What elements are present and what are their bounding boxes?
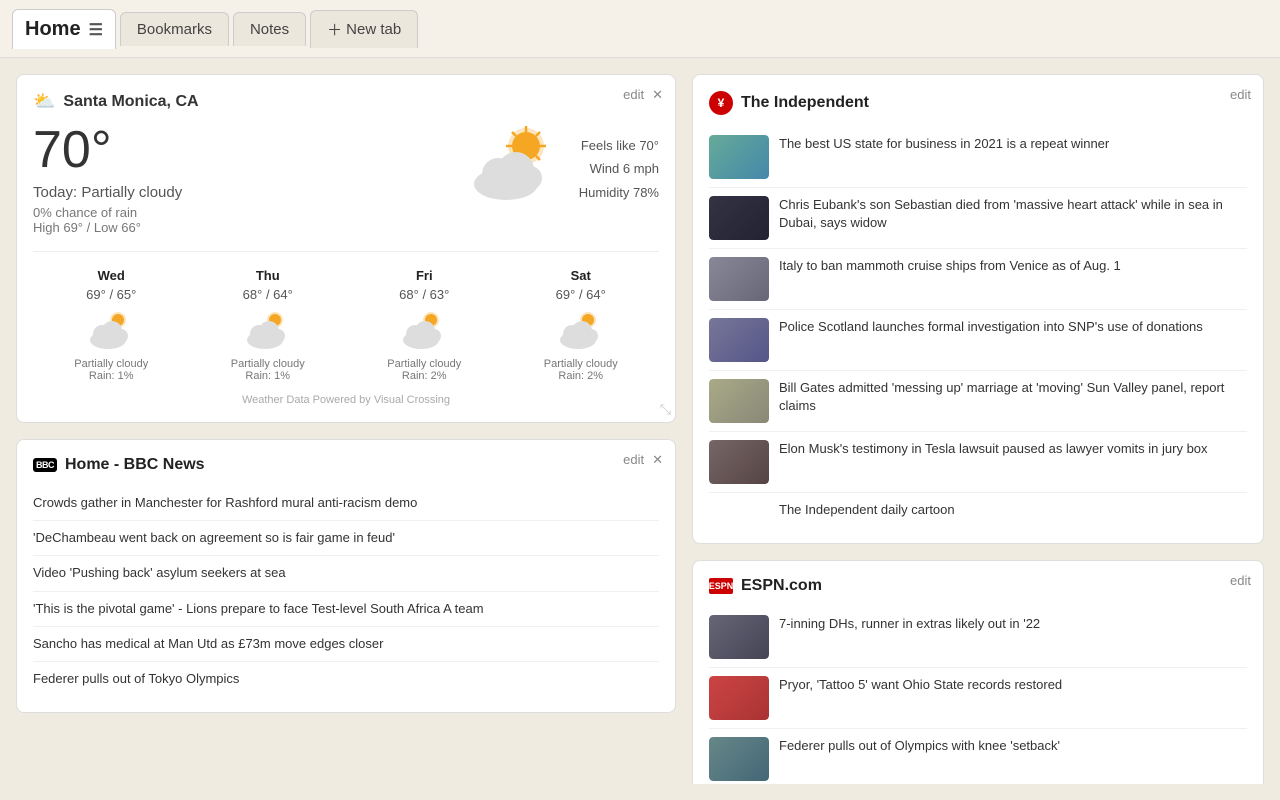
weather-svg-icon — [468, 124, 558, 204]
bbc-news-title: Home - BBC News — [65, 456, 205, 474]
weather-close-button[interactable]: ✕ — [652, 87, 663, 103]
bbc-edit-close: edit ✕ — [623, 452, 663, 468]
weather-location: Santa Monica, CA — [63, 93, 198, 111]
weather-left: 70° Today: Partially cloudy 0% chance of… — [33, 124, 447, 235]
bbc-item-5[interactable]: Sancho has medical at Man Utd as £73m mo… — [33, 627, 659, 662]
thu-icon — [190, 310, 347, 350]
espn-edit-button[interactable]: edit — [1230, 573, 1251, 588]
independent-thumb-1 — [709, 135, 769, 179]
independent-title: The Independent — [741, 94, 869, 112]
espn-item-1[interactable]: 7-inning DHs, runner in extras likely ou… — [709, 607, 1247, 668]
bbc-item-4[interactable]: 'This is the pivotal game' - Lions prepa… — [33, 592, 659, 627]
weather-widget: ⛅ Santa Monica, CA edit ✕ 70° Today: Par… — [16, 74, 676, 423]
bbc-edit-button[interactable]: edit — [623, 452, 644, 468]
weather-description: Today: Partially cloudy — [33, 184, 447, 201]
independent-item-3[interactable]: Italy to ban mammoth cruise ships from V… — [709, 249, 1247, 310]
fri-icon — [346, 310, 503, 350]
plus-icon: ＋ — [327, 19, 342, 40]
espn-thumb-3 — [709, 737, 769, 781]
notes-tab[interactable]: Notes — [233, 12, 306, 46]
forecast-wed: Wed 69° / 65° Partially cloudy R — [33, 268, 190, 382]
espn-item-2[interactable]: Pryor, 'Tattoo 5' want Ohio State record… — [709, 668, 1247, 729]
independent-thumb-6 — [709, 440, 769, 484]
wind: Wind 6 mph — [579, 157, 659, 180]
independent-item-6[interactable]: Elon Musk's testimony in Tesla lawsuit p… — [709, 432, 1247, 493]
bbc-news-header: BBC Home - BBC News — [33, 456, 659, 474]
new-tab-button[interactable]: ＋ New tab — [310, 10, 418, 48]
independent-thumb-3 — [709, 257, 769, 301]
forecast-fri: Fri 68° / 63° Partially cloudy R — [346, 268, 503, 382]
espn-thumb-1 — [709, 615, 769, 659]
independent-item-7[interactable]: The Independent daily cartoon — [709, 493, 1247, 527]
weather-edit-close: edit ✕ — [623, 87, 663, 103]
home-tab[interactable]: Home ☰ — [12, 9, 116, 49]
espn-item-3[interactable]: Federer pulls out of Olympics with knee … — [709, 729, 1247, 784]
independent-thumb-2 — [709, 196, 769, 240]
weather-forecast: Wed 69° / 65° Partially cloudy R — [33, 251, 659, 382]
independent-item-1[interactable]: The best US state for business in 2021 i… — [709, 127, 1247, 188]
sat-icon — [503, 310, 660, 350]
forecast-thu: Thu 68° / 64° Partially cloudy R — [190, 268, 347, 382]
wed-icon — [33, 310, 190, 350]
bbc-item-2[interactable]: 'DeChambeau went back on agreement so is… — [33, 521, 659, 556]
independent-item-2[interactable]: Chris Eubank's son Sebastian died from '… — [709, 188, 1247, 249]
independent-thumb-5 — [709, 379, 769, 423]
weather-rain-chance: 0% chance of rain — [33, 205, 447, 220]
right-column: ¥ The Independent edit The best US state… — [692, 74, 1264, 784]
weather-feels-info: Feels like 70° Wind 6 mph Humidity 78% — [579, 124, 659, 204]
resize-handle[interactable]: ⤡ — [660, 401, 671, 418]
bbc-news-widget: BBC Home - BBC News edit ✕ Crowds gather… — [16, 439, 676, 713]
cloud-header-icon: ⛅ — [33, 91, 55, 112]
espn-icon: ESPN — [709, 578, 733, 594]
top-navigation: Home ☰ Bookmarks Notes ＋ New tab — [0, 0, 1280, 58]
weather-icon-large — [463, 124, 563, 204]
bbc-icon: BBC — [33, 458, 57, 472]
bbc-item-3[interactable]: Video 'Pushing back' asylum seekers at s… — [33, 556, 659, 591]
independent-item-5[interactable]: Bill Gates admitted 'messing up' marriag… — [709, 371, 1247, 432]
humidity: Humidity 78% — [579, 181, 659, 204]
feels-like: Feels like 70° — [579, 134, 659, 157]
independent-item-4[interactable]: Police Scotland launches formal investig… — [709, 310, 1247, 371]
weather-attribution: Weather Data Powered by Visual Crossing — [33, 394, 659, 406]
independent-widget: ¥ The Independent edit The best US state… — [692, 74, 1264, 544]
independent-thumb-4 — [709, 318, 769, 362]
weather-edit-button[interactable]: edit — [623, 87, 644, 103]
bbc-item-1[interactable]: Crowds gather in Manchester for Rashford… — [33, 486, 659, 521]
bookmarks-tab[interactable]: Bookmarks — [120, 12, 229, 46]
independent-header: ¥ The Independent — [709, 91, 1247, 115]
weather-high-low: High 69° / Low 66° — [33, 220, 447, 235]
main-content: ⛅ Santa Monica, CA edit ✕ 70° Today: Par… — [0, 58, 1280, 800]
espn-header: ESPN ESPN.com — [709, 577, 1247, 595]
espn-thumb-2 — [709, 676, 769, 720]
forecast-sat: Sat 69° / 64° Partially cloudy R — [503, 268, 660, 382]
espn-widget: ESPN ESPN.com edit 7-inning DHs, runner … — [692, 560, 1264, 784]
hamburger-icon[interactable]: ☰ — [89, 20, 103, 40]
home-label: Home — [25, 18, 81, 41]
weather-temperature: 70° — [33, 124, 447, 176]
weather-main: 70° Today: Partially cloudy 0% chance of… — [33, 124, 659, 235]
bbc-close-button[interactable]: ✕ — [652, 452, 663, 468]
weather-header: ⛅ Santa Monica, CA — [33, 91, 659, 112]
espn-title: ESPN.com — [741, 577, 822, 595]
bbc-item-6[interactable]: Federer pulls out of Tokyo Olympics — [33, 662, 659, 696]
left-column: ⛅ Santa Monica, CA edit ✕ 70° Today: Par… — [16, 74, 676, 784]
independent-icon: ¥ — [709, 91, 733, 115]
independent-edit-button[interactable]: edit — [1230, 87, 1251, 102]
